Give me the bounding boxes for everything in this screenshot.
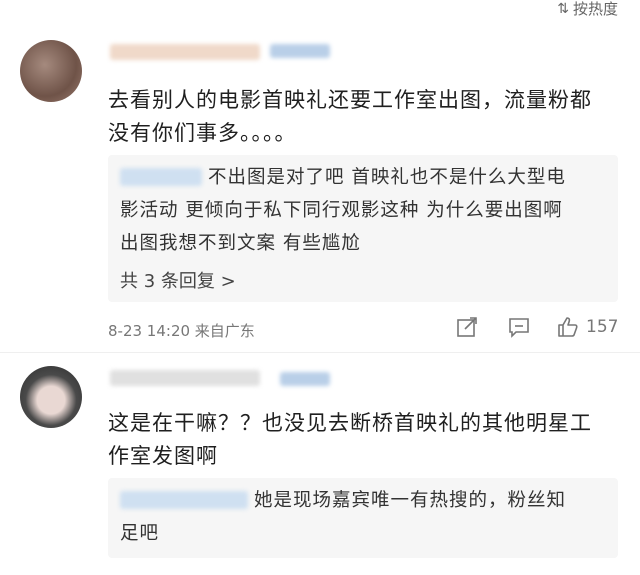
share-icon [456,316,478,338]
reply-text: 不出图是对了吧 首映礼也不是什么大型电 影活动 更倾向于私下同行观影这种 为什么… [120,161,610,260]
reply-text: 她是现场嘉宾唯一有热搜的，粉丝知 足吧 [120,484,610,550]
like-count: 157 [586,317,619,337]
reply-line: 不出图是对了吧 首映礼也不是什么大型电 [208,167,566,188]
comment-icon [508,316,530,338]
more-replies-link[interactable]: 共 3 条回复 > [120,267,236,293]
username-blurred[interactable] [110,44,260,60]
reply-box[interactable]: 她是现场嘉宾唯一有热搜的，粉丝知 足吧 [108,478,618,558]
comment-text-line: 这是在干嘛？？也没见去断桥首映礼的其他明星工 [108,411,592,435]
thumbs-up-icon [556,315,580,339]
avatar[interactable] [20,366,82,428]
comment-text: 这是在干嘛？？也没见去断桥首映礼的其他明星工 作室发图啊 [108,407,618,473]
share-button[interactable] [456,316,478,338]
comment-text-line: 去看别人的电影首映礼还要工作室出图，流量粉都 [108,88,592,112]
reply-box[interactable]: 不出图是对了吧 首映礼也不是什么大型电 影活动 更倾向于私下同行观影这种 为什么… [108,155,618,302]
user-badge-blurred [270,44,330,58]
divider [0,352,640,353]
reply-username-blurred[interactable] [120,491,248,509]
user-badge-blurred [280,372,330,386]
comment-text: 去看别人的电影首映礼还要工作室出图，流量粉都 没有你们事多。。。。 [108,84,618,150]
comment-text-line: 没有你们事多。。。。 [108,121,297,145]
reply-line: 她是现场嘉宾唯一有热搜的，粉丝知 [254,490,567,511]
avatar[interactable] [20,40,82,102]
comment-button[interactable] [508,316,530,338]
reply-line: 出图我想不到文案 有些尴尬 [120,233,361,254]
reply-username-blurred[interactable] [120,168,202,186]
username-blurred[interactable] [110,370,260,386]
sort-label: 按热度 [572,0,618,18]
like-button[interactable]: 157 [556,315,618,339]
sort-toggle[interactable]: ⇅ 按热度 [557,0,618,18]
sort-icon: ⇅ [557,1,569,17]
comment-meta: 8-23 14:20 来自广东 [108,322,255,340]
reply-line: 足吧 [120,523,160,544]
comment-text-line: 作室发图啊 [108,444,218,468]
reply-line: 影活动 更倾向于私下同行观影这种 为什么要出图啊 [120,200,563,221]
